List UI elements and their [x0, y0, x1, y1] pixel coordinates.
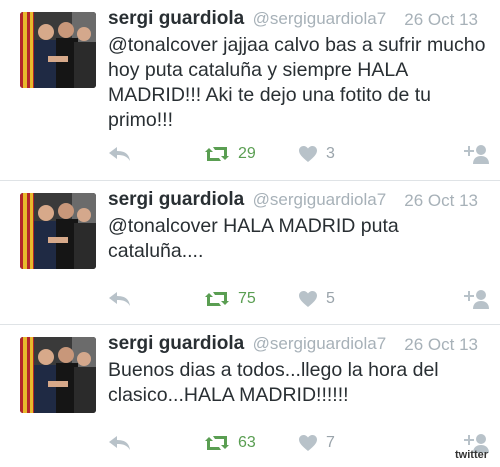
retweet-count: 29 [238, 145, 256, 162]
favorite-button[interactable]: 7 [298, 429, 335, 457]
favorite-button[interactable]: 3 [298, 140, 335, 168]
retweet-icon [205, 147, 229, 161]
retweet-button[interactable]: 63 [204, 429, 256, 457]
avatar[interactable] [20, 12, 96, 88]
favorite-button[interactable]: 5 [298, 285, 335, 313]
tweet-card[interactable]: sergi guardiola @sergiguardiola7 26 Oct … [0, 325, 500, 467]
heart-icon [299, 291, 317, 307]
user-name[interactable]: sergi guardiola [108, 333, 244, 354]
tweet-date[interactable]: 26 Oct 13 [404, 335, 478, 355]
reply-button[interactable] [108, 429, 132, 457]
reply-button[interactable] [108, 140, 132, 168]
heart-icon [299, 146, 317, 162]
favorite-count: 5 [326, 290, 335, 307]
user-handle[interactable]: @sergiguardiola7 [253, 9, 387, 28]
user-handle[interactable]: @sergiguardiola7 [253, 190, 387, 209]
retweet-count: 75 [238, 290, 256, 307]
tweet-date[interactable]: 26 Oct 13 [404, 10, 478, 30]
tweet-text: @tonalcover jajjaa calvo bas a sufrir mu… [108, 34, 486, 131]
tweet-header: sergi guardiola @sergiguardiola7 26 Oct … [108, 189, 490, 213]
reply-icon [109, 436, 130, 450]
tweet-header: sergi guardiola @sergiguardiola7 26 Oct … [108, 8, 490, 32]
tweet-header: sergi guardiola @sergiguardiola7 26 Oct … [108, 333, 490, 357]
user-name[interactable]: sergi guardiola [108, 189, 244, 210]
watermark-label: twitter [455, 449, 488, 461]
user-name[interactable]: sergi guardiola [108, 8, 244, 29]
retweet-icon [205, 436, 229, 450]
reply-icon [109, 292, 130, 306]
tweet-text: @tonalcover HALA MADRID puta cataluña...… [108, 215, 399, 262]
reply-button[interactable] [108, 285, 132, 313]
user-handle[interactable]: @sergiguardiola7 [253, 334, 387, 353]
tweet-actions: 29 3 [108, 140, 498, 168]
avatar[interactable] [20, 193, 96, 269]
follow-button[interactable] [462, 140, 490, 168]
tweet-card[interactable]: sergi guardiola @sergiguardiola7 26 Oct … [0, 0, 500, 180]
tweet-text: Buenos dias a todos...llego la hora del … [108, 359, 439, 406]
follow-user-icon [464, 290, 489, 309]
favorite-count: 7 [326, 434, 335, 451]
tweet-date[interactable]: 26 Oct 13 [404, 191, 478, 211]
retweet-button[interactable]: 75 [204, 285, 256, 313]
tweet-card[interactable]: sergi guardiola @sergiguardiola7 26 Oct … [0, 181, 500, 324]
heart-icon [299, 435, 317, 451]
reply-icon [109, 147, 130, 161]
tweet-actions: 75 5 [108, 285, 498, 313]
follow-button[interactable] [462, 285, 490, 313]
favorite-count: 3 [326, 145, 335, 162]
avatar[interactable] [20, 337, 96, 413]
tweet-actions: 63 7 [108, 429, 498, 457]
retweet-button[interactable]: 29 [204, 140, 256, 168]
retweet-icon [205, 292, 229, 306]
follow-user-icon [464, 145, 489, 164]
retweet-count: 63 [238, 434, 256, 451]
